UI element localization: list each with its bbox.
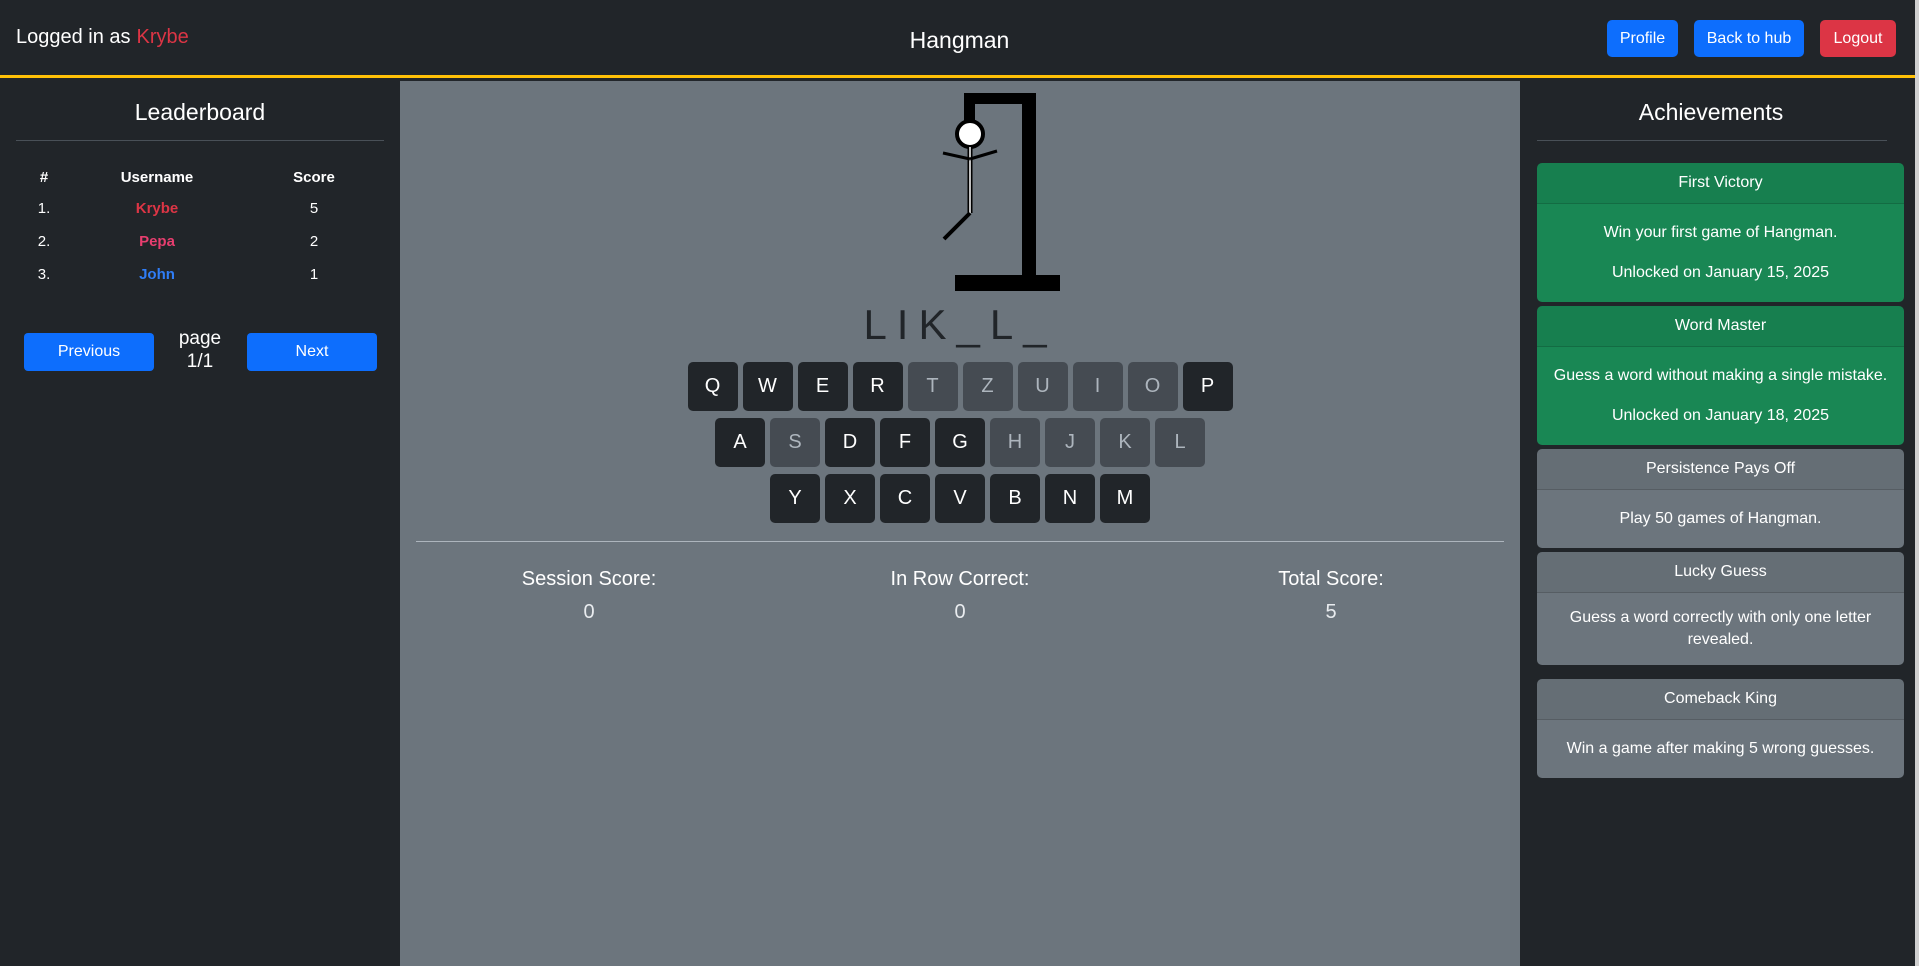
leaderboard-header-row: # Username Score [16, 163, 386, 192]
key-z[interactable]: Z [962, 362, 1013, 411]
key-a[interactable]: A [715, 418, 765, 467]
stat-label: In Row Correct: [890, 568, 1030, 590]
achievement-body: Guess a word correctly with only one let… [1537, 593, 1904, 665]
achievement-description: Guess a word without making a single mis… [1553, 367, 1888, 384]
key-v[interactable]: V [935, 474, 985, 523]
key-j[interactable]: J [1045, 418, 1095, 467]
total-score-stat: Total Score: 5 [1181, 568, 1481, 624]
stat-label: Total Score: [1278, 568, 1384, 590]
key-p[interactable]: P [1182, 362, 1233, 411]
word-display: LIK_L_ [863, 301, 1057, 348]
username-cell: Pepa [139, 233, 175, 250]
key-w[interactable]: W [742, 362, 793, 411]
in-row-correct-stat: In Row Correct: 0 [810, 568, 1110, 624]
achievement-unlock-date: Unlocked on January 15, 2025 [1611, 264, 1830, 281]
hangman-drawing [942, 93, 1060, 291]
rank-cell: 1. [37, 200, 51, 217]
stat-label: Session Score: [521, 568, 657, 590]
score-cell: 5 [309, 200, 319, 217]
key-n[interactable]: N [1045, 474, 1095, 523]
achievement-body: Play 50 games of Hangman. [1537, 490, 1904, 548]
key-o[interactable]: O [1127, 362, 1178, 411]
achievement-name: First Victory [1537, 163, 1904, 204]
leaderboard-pagination: Previous page 1/1 Next [24, 328, 377, 373]
achievement-card: Lucky Guess Guess a word correctly with … [1537, 552, 1904, 665]
key-b[interactable]: B [990, 474, 1040, 523]
logout-button[interactable]: Logout [1820, 20, 1896, 57]
achievement-description: Win your first game of Hangman. [1603, 224, 1838, 241]
rank-cell: 2. [37, 233, 51, 250]
achievement-name: Lucky Guess [1537, 552, 1904, 593]
page-indicator: page 1/1 [178, 328, 222, 372]
key-q[interactable]: Q [687, 362, 738, 411]
stat-value: 0 [583, 601, 595, 623]
column-header-username: Username [120, 169, 194, 186]
score-cell: 1 [309, 266, 319, 283]
keyboard-row-1: QWERTZUIOP [400, 362, 1520, 411]
profile-button[interactable]: Profile [1607, 20, 1678, 57]
achievement-body: Win a game after making 5 wrong guesses. [1537, 720, 1904, 778]
key-l[interactable]: L [1155, 418, 1205, 467]
achievement-description: Guess a word correctly with only one let… [1569, 609, 1872, 648]
achievement-body: Guess a word without making a single mis… [1537, 347, 1904, 445]
session-score-stat: Session Score: 0 [439, 568, 739, 624]
key-m[interactable]: M [1100, 474, 1150, 523]
keyboard-row-3: YXCVBNM [400, 474, 1520, 523]
achievement-card: Comeback King Win a game after making 5 … [1537, 679, 1904, 778]
leaderboard-row: 2. Pepa 2 [16, 225, 386, 258]
leaderboard-title: Leaderboard [134, 99, 266, 125]
key-e[interactable]: E [797, 362, 848, 411]
key-k[interactable]: K [1100, 418, 1150, 467]
key-i[interactable]: I [1072, 362, 1123, 411]
game-area: LIK_L_ QWERTZUIOP ASDFGHJKL YXCVBNM Sess… [400, 81, 1520, 966]
achievements-title: Achievements [1638, 99, 1784, 125]
score-cell: 2 [309, 233, 319, 250]
achievements-panel: Achievements First Victory Win your firs… [1520, 81, 1919, 966]
key-r[interactable]: R [852, 362, 903, 411]
key-y[interactable]: Y [770, 474, 820, 523]
leaderboard-divider [16, 140, 384, 141]
key-h[interactable]: H [990, 418, 1040, 467]
achievement-unlock-date: Unlocked on January 18, 2025 [1611, 407, 1830, 424]
key-s[interactable]: S [770, 418, 820, 467]
stat-value: 0 [954, 601, 966, 623]
achievement-description: Play 50 games of Hangman. [1619, 510, 1822, 527]
key-g[interactable]: G [935, 418, 985, 467]
key-f[interactable]: F [880, 418, 930, 467]
leaderboard-panel: Leaderboard # Username Score 1. Krybe 5 … [0, 81, 400, 966]
hangman-figure [942, 119, 998, 241]
leaderboard-table: # Username Score 1. Krybe 5 2. Pepa 2 3.… [16, 163, 386, 291]
leaderboard-row: 1. Krybe 5 [16, 192, 386, 225]
column-header-rank: # [39, 169, 49, 186]
keyboard-row-2: ASDFGHJKL [400, 418, 1520, 467]
achievements-divider [1537, 140, 1887, 141]
back-to-hub-button[interactable]: Back to hub [1694, 20, 1804, 57]
achievement-name: Comeback King [1537, 679, 1904, 720]
stat-value: 5 [1325, 601, 1337, 623]
achievement-description: Win a game after making 5 wrong guesses. [1566, 740, 1875, 757]
column-header-score: Score [293, 169, 335, 186]
achievement-card: Word Master Guess a word without making … [1537, 306, 1904, 445]
previous-page-button[interactable]: Previous [24, 333, 154, 371]
achievement-name: Word Master [1537, 306, 1904, 347]
username-cell: Krybe [135, 200, 179, 217]
key-u[interactable]: U [1017, 362, 1068, 411]
next-page-button[interactable]: Next [247, 333, 377, 371]
rank-cell: 3. [37, 266, 51, 283]
page-scrollbar[interactable] [1915, 0, 1919, 966]
key-x[interactable]: X [825, 474, 875, 523]
key-t[interactable]: T [907, 362, 958, 411]
key-d[interactable]: D [825, 418, 875, 467]
game-divider [416, 541, 1504, 542]
achievement-body: Win your first game of Hangman. Unlocked… [1537, 204, 1904, 302]
username-cell: John [139, 266, 175, 283]
key-c[interactable]: C [880, 474, 930, 523]
top-navbar: Logged in as Krybe Hangman Profile Back t… [0, 0, 1919, 78]
achievement-card: Persistence Pays Off Play 50 games of Ha… [1537, 449, 1904, 548]
leaderboard-row: 3. John 1 [16, 258, 386, 291]
achievement-card: First Victory Win your first game of Han… [1537, 163, 1904, 302]
achievement-name: Persistence Pays Off [1537, 449, 1904, 490]
